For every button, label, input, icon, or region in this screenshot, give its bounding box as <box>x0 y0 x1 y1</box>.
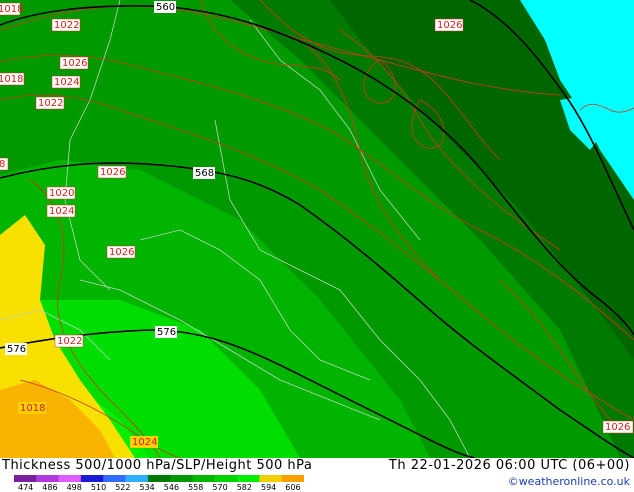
height-label: 560 <box>156 2 175 13</box>
color-scale-segment <box>58 475 82 482</box>
isobar-label: 1022 <box>54 20 79 31</box>
footer: Thickness 500/1000 hPa/SLP/Height 500 hP… <box>0 458 634 492</box>
isobar-label: 1026 <box>605 422 630 433</box>
isobar-label: 1026 <box>437 20 462 31</box>
color-scale-tick: 498 <box>66 483 82 492</box>
color-scale-tick: 582 <box>236 483 252 492</box>
isobar-label: 1024 <box>54 77 79 88</box>
isobar-label: 1018 <box>0 4 23 15</box>
color-scale-tick: 510 <box>90 483 107 492</box>
isobar-label: 1022 <box>57 336 82 347</box>
color-scale-segment <box>170 475 193 482</box>
height-label: 576 <box>157 327 176 338</box>
map-title: Thickness 500/1000 hPa/SLP/Height 500 hP… <box>2 458 313 473</box>
isobar-label: 1026 <box>62 58 87 69</box>
color-scale-segment <box>237 475 260 482</box>
weather-map: 1018 1022 1026 1018 1024 1022 8 1026 102… <box>0 0 634 458</box>
color-scale-segment <box>147 475 171 482</box>
color-scale-segment <box>214 475 238 482</box>
isobar-label: 1024 <box>132 437 157 448</box>
isobar-label: 1026 <box>100 167 125 178</box>
color-scale-segment <box>281 475 304 482</box>
credit-link[interactable]: ©weatheronline.co.uk <box>508 475 630 488</box>
color-scale-segment <box>192 475 216 482</box>
height-label: 568 <box>195 168 214 179</box>
color-scale-tick: 546 <box>163 483 180 492</box>
color-scale-tick: 522 <box>115 483 131 492</box>
isobar-label: 1018 <box>0 74 23 85</box>
color-scale-tick: 606 <box>285 483 301 492</box>
color-scale-segment <box>125 475 149 482</box>
color-scale-segment <box>36 475 60 482</box>
color-scale-tick: 570 <box>212 483 228 492</box>
color-scale-tick: 558 <box>188 483 204 492</box>
isobar-label: 1026 <box>109 247 134 258</box>
color-scale-tick: 594 <box>261 483 277 492</box>
color-scale-segment <box>259 475 283 482</box>
color-scale-tick: 534 <box>139 483 155 492</box>
color-scale-tick: 474 <box>18 483 34 492</box>
isobar-label: 8 <box>0 159 5 170</box>
isobar-label: 1020 <box>49 188 74 199</box>
color-scale-segment <box>103 475 126 482</box>
isobar-label: 1024 <box>49 206 74 217</box>
height-label: 576 <box>7 344 26 355</box>
isobar-label: 1022 <box>38 98 63 109</box>
isobar-label: 1018 <box>20 403 45 414</box>
color-scale-tick: 486 <box>42 483 58 492</box>
color-scale-segment <box>80 475 104 482</box>
valid-time: Th 22-01-2026 06:00 UTC (06+00) <box>388 458 630 473</box>
